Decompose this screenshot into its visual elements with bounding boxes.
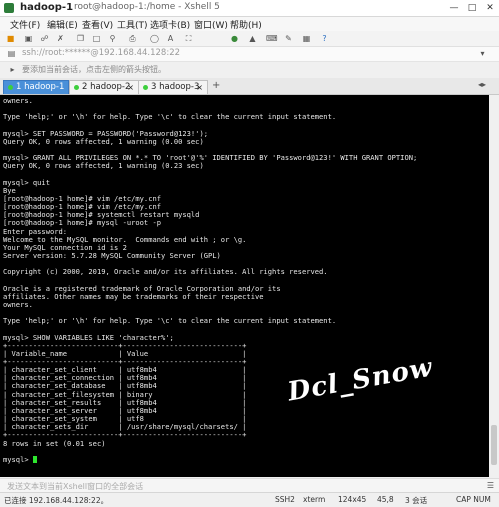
session-tabs: 1 hadoop-1 2 hadoop-2 × 3 hadoop-3 × + ◂… xyxy=(0,78,499,95)
terminal-scrollbar[interactable] xyxy=(489,95,499,477)
close-tab-icon[interactable]: × xyxy=(196,81,203,94)
status-caps-num: CAP NUM xyxy=(456,495,491,504)
status-connection: 已连接 192.168.44.128:22。 xyxy=(4,496,109,505)
fullscreen-icon[interactable]: ⛶ xyxy=(184,34,193,43)
font-icon[interactable]: A xyxy=(166,34,175,43)
menu-bar: 文件(F) 编辑(E) 查看(V) 工具(T) 选项卡(B) 窗口(W) 帮助(… xyxy=(0,17,499,31)
copy-icon[interactable]: ❐ xyxy=(76,34,85,43)
status-cursor-position: 45,8 xyxy=(377,495,394,504)
new-session-icon[interactable]: ■ xyxy=(6,34,15,43)
status-sessions: 3 会话 xyxy=(405,496,428,505)
add-session-arrow-icon[interactable]: ▸ xyxy=(8,65,17,74)
compose-bar[interactable]: 发送文本到当前Xshell窗口的全部会话 ☰ xyxy=(0,478,499,492)
connect-icon[interactable]: ☍ xyxy=(40,34,49,43)
add-tab-icon[interactable]: + xyxy=(212,80,220,91)
menu-help[interactable]: 帮助(H) xyxy=(230,18,262,31)
minimize-icon[interactable]: — xyxy=(445,0,463,16)
session-icon: ▤ xyxy=(7,49,16,58)
menu-file[interactable]: 文件(F) xyxy=(10,18,40,31)
disconnect-icon[interactable]: ✗ xyxy=(56,34,65,43)
connected-status-icon xyxy=(143,85,148,90)
menu-window[interactable]: 窗口(W) xyxy=(194,18,228,31)
toolbar: ■ ▣ ☍ ✗ ❐ □ ⚲ ⎙ ◯ A ⛶ ● ▲ ⌨ ✎ ▦ ? xyxy=(0,31,499,47)
script-icon[interactable]: ✎ xyxy=(284,34,293,43)
connected-status-icon xyxy=(8,85,13,90)
print-icon[interactable]: ⎙ xyxy=(128,34,137,43)
address-bar: ▤ ssh://root:******@192.168.44.128:22 ▾ xyxy=(0,47,499,62)
compose-input[interactable]: 发送文本到当前Xshell窗口的全部会话 xyxy=(7,481,143,492)
layout-icon[interactable]: ▦ xyxy=(302,34,311,43)
menu-view[interactable]: 查看(V) xyxy=(82,18,113,31)
keyboard-icon[interactable]: ⌨ xyxy=(266,34,278,43)
tab-hadoop-1[interactable]: 1 hadoop-1 xyxy=(3,80,69,94)
address-field[interactable]: ssh://root:******@192.168.44.128:22 xyxy=(22,48,180,58)
close-tab-icon[interactable]: × xyxy=(127,81,134,94)
menu-tools[interactable]: 工具(T) xyxy=(117,18,148,31)
tab-list-icon[interactable]: ◂▸ xyxy=(478,80,486,89)
terminal-cursor xyxy=(32,456,37,464)
close-icon[interactable]: ✕ xyxy=(481,0,499,16)
connected-status-icon xyxy=(74,85,79,90)
tab-label: 3 hadoop-3 xyxy=(151,82,200,92)
terminal-prompt: mysql> xyxy=(3,454,33,464)
status-bar: 已连接 192.168.44.128:22。 SSH2 xterm 124x45… xyxy=(0,492,499,507)
open-folder-icon[interactable]: ▣ xyxy=(24,34,33,43)
session-hint-text: 要添加当前会话，点击左侧的箭头按钮。 xyxy=(22,65,166,74)
compose-menu-icon[interactable]: ☰ xyxy=(486,481,495,490)
scrollbar-thumb[interactable] xyxy=(491,425,497,465)
globe-icon[interactable]: ◯ xyxy=(150,34,159,43)
tab-label: 2 hadoop-2 xyxy=(82,82,131,92)
tab-label: 1 hadoop-1 xyxy=(16,82,65,92)
title-bar: hadoop-1 root@hadoop-1:/home - Xshell 5 … xyxy=(0,0,499,17)
session-hint-bar: ▸ 要添加当前会话，点击左侧的箭头按钮。 xyxy=(0,62,499,76)
lock-icon[interactable]: ▲ xyxy=(248,34,257,43)
address-dropdown-icon[interactable]: ▾ xyxy=(478,49,487,58)
menu-tab[interactable]: 选项卡(B) xyxy=(150,18,190,31)
maximize-icon[interactable]: □ xyxy=(463,0,481,16)
tab-hadoop-2[interactable]: 2 hadoop-2 × xyxy=(69,80,139,94)
paste-icon[interactable]: □ xyxy=(92,34,101,43)
terminal-output[interactable]: owners. Type 'help;' or '\h' for help. T… xyxy=(0,95,489,477)
window-subtitle: root@hadoop-1:/home - Xshell 5 xyxy=(74,2,220,12)
help-icon[interactable]: ? xyxy=(320,34,329,43)
tab-hadoop-3[interactable]: 3 hadoop-3 × xyxy=(138,80,208,94)
xshell-app-icon xyxy=(4,3,14,13)
xftp-icon[interactable]: ● xyxy=(230,34,239,43)
window-title: hadoop-1 xyxy=(20,2,74,13)
status-protocol: SSH2 xyxy=(275,495,295,504)
status-terminal-type: xterm xyxy=(303,495,326,504)
menu-edit[interactable]: 编辑(E) xyxy=(47,18,78,31)
status-size: 124x45 xyxy=(338,495,367,504)
find-icon[interactable]: ⚲ xyxy=(108,34,117,43)
